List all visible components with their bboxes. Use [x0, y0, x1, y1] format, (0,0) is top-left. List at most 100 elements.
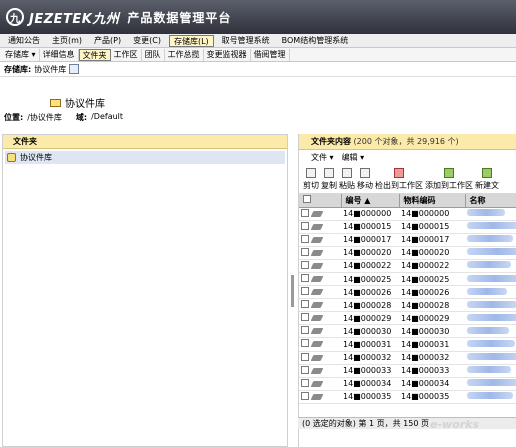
- row-select-cell[interactable]: [299, 233, 341, 247]
- submenu-repository[interactable]: 存储库 ▾: [2, 48, 40, 61]
- column-header-number[interactable]: 编号 ▲: [341, 194, 400, 208]
- row-checkbox[interactable]: [301, 208, 309, 217]
- select-all-header[interactable]: [299, 194, 342, 208]
- move-button[interactable]: 移动: [357, 168, 373, 191]
- row-checkbox[interactable]: [301, 287, 309, 296]
- add-to-workspace-button[interactable]: 添加到工作区: [425, 168, 473, 191]
- menu-home[interactable]: 主页(m): [48, 35, 86, 47]
- cut-button[interactable]: 剪切: [303, 168, 319, 191]
- submenu-details[interactable]: 详细信息: [40, 48, 79, 61]
- row-checkbox[interactable]: [301, 260, 309, 269]
- cell-number[interactable]: 14■000020: [341, 246, 399, 260]
- row-select-cell[interactable]: [299, 220, 341, 234]
- menu-repository[interactable]: 存储库(L): [168, 34, 214, 47]
- cell-name: [465, 364, 516, 378]
- row-select-cell[interactable]: [299, 246, 341, 260]
- table-row[interactable]: 14■000017 14■000017: [299, 233, 516, 247]
- table-row[interactable]: 14■000020 14■000020: [299, 246, 516, 260]
- menu-change[interactable]: 变更(C): [129, 35, 165, 47]
- table-row[interactable]: 14■000025 14■000025: [299, 272, 516, 287]
- table-row[interactable]: 14■000035 14■000035: [299, 390, 516, 404]
- edit-menu[interactable]: 编辑 ▾: [342, 152, 365, 163]
- table-row[interactable]: 14■000022 14■000022: [299, 259, 516, 273]
- column-header-material[interactable]: 物料编码: [399, 194, 466, 208]
- cell-number[interactable]: 14■000032: [341, 351, 399, 365]
- row-checkbox[interactable]: [301, 300, 309, 309]
- row-checkbox[interactable]: [301, 339, 309, 348]
- checkout-button[interactable]: 检出到工作区: [375, 168, 423, 191]
- row-checkbox[interactable]: [301, 274, 309, 283]
- cell-number[interactable]: 14■000029: [341, 311, 399, 326]
- submenu-borrow[interactable]: 借阅管理: [251, 48, 290, 61]
- move-icon: [360, 168, 370, 178]
- column-header-name[interactable]: 名称: [465, 194, 516, 208]
- cell-number[interactable]: 14■000034: [341, 377, 399, 391]
- cell-number[interactable]: 14■000000: [341, 207, 399, 221]
- row-select-cell[interactable]: [299, 390, 341, 404]
- cell-number[interactable]: 14■000035: [341, 390, 399, 404]
- cell-number[interactable]: 14■000028: [341, 298, 399, 313]
- menu-product[interactable]: 产品(P): [90, 35, 125, 47]
- cell-number[interactable]: 14■000017: [341, 233, 399, 247]
- cell-material: 14■000025: [399, 272, 465, 287]
- menu-numbering[interactable]: 取号管理系统: [218, 35, 274, 47]
- file-menu[interactable]: 文件 ▾: [311, 152, 334, 163]
- row-select-cell[interactable]: [299, 259, 341, 273]
- row-select-cell[interactable]: [299, 364, 341, 378]
- row-checkbox[interactable]: [301, 221, 309, 230]
- submenu-workspace[interactable]: 工作区: [111, 48, 142, 61]
- cell-number[interactable]: 14■000025: [341, 272, 399, 287]
- row-select-cell[interactable]: [299, 377, 341, 391]
- submenu-folder[interactable]: 文件夹: [78, 48, 111, 61]
- row-select-cell[interactable]: [299, 311, 341, 326]
- row-checkbox[interactable]: [301, 313, 309, 322]
- table-row[interactable]: 14■000031 14■000031: [299, 337, 516, 352]
- row-select-cell[interactable]: [299, 298, 341, 313]
- cell-name: [465, 377, 516, 391]
- row-select-cell[interactable]: [299, 272, 341, 287]
- redacted-name: [467, 313, 516, 321]
- cell-number[interactable]: 14■000030: [341, 324, 399, 339]
- cell-number[interactable]: 14■000031: [341, 337, 399, 352]
- select-all-checkbox[interactable]: [303, 195, 311, 204]
- submenu-overview[interactable]: 工作总揽: [165, 48, 204, 61]
- pane-splitter-handle[interactable]: [291, 275, 294, 307]
- menu-notice[interactable]: 通知公告: [4, 35, 44, 47]
- table-row[interactable]: 14■000033 14■000033: [299, 364, 516, 378]
- table-row[interactable]: 14■000000 14■000000: [299, 207, 516, 221]
- table-row[interactable]: 14■000026 14■000026: [299, 285, 516, 300]
- copy-button[interactable]: 复制: [321, 168, 337, 191]
- row-checkbox[interactable]: [301, 247, 309, 256]
- row-checkbox[interactable]: [301, 326, 309, 335]
- menu-bom[interactable]: BOM结构管理系统: [278, 35, 353, 47]
- table-row[interactable]: 14■000034 14■000034: [299, 377, 516, 391]
- row-select-cell[interactable]: [299, 351, 341, 365]
- row-checkbox[interactable]: [301, 234, 309, 243]
- row-checkbox[interactable]: [301, 365, 309, 374]
- location-value: /协议件库: [27, 113, 62, 122]
- table-row[interactable]: 14■000032 14■000032: [299, 351, 516, 365]
- row-select-cell[interactable]: [299, 337, 341, 352]
- row-checkbox[interactable]: [301, 378, 309, 387]
- cell-number[interactable]: 14■000026: [341, 285, 399, 300]
- row-checkbox[interactable]: [301, 391, 309, 400]
- row-select-cell[interactable]: [299, 285, 341, 300]
- tree-item-protocol-library[interactable]: 协议件库: [5, 151, 285, 164]
- row-select-cell[interactable]: [299, 324, 341, 339]
- table-row[interactable]: 14■000029 14■000029: [299, 311, 516, 326]
- table-row[interactable]: 14■000015 14■000015: [299, 220, 516, 234]
- repo-picker-icon[interactable]: [69, 64, 80, 74]
- cell-number[interactable]: 14■000033: [341, 364, 399, 378]
- row-select-cell[interactable]: [299, 207, 341, 221]
- new-document-button[interactable]: 新建文: [475, 168, 499, 191]
- table-row[interactable]: 14■000028 14■000028: [299, 298, 516, 313]
- submenu-team[interactable]: 团队: [142, 48, 165, 61]
- row-checkbox[interactable]: [301, 352, 309, 361]
- cell-number[interactable]: 14■000022: [341, 259, 399, 273]
- cell-number[interactable]: 14■000015: [341, 220, 399, 234]
- paste-button[interactable]: 粘贴: [339, 168, 355, 191]
- document-icon: [310, 289, 324, 296]
- cell-name: [465, 311, 516, 326]
- submenu-change-monitor[interactable]: 变更监视器: [204, 48, 251, 61]
- table-row[interactable]: 14■000030 14■000030: [299, 324, 516, 339]
